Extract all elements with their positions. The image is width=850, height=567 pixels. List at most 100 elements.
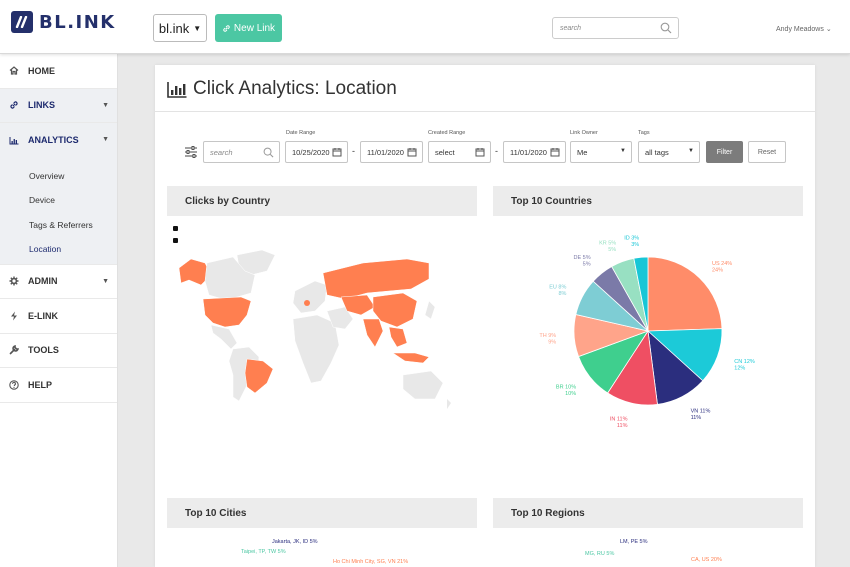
pie-label-th: TH 9%	[539, 333, 556, 339]
title-divider	[155, 111, 815, 112]
sidebar-item-home[interactable]: HOME	[0, 54, 117, 89]
chevron-down-icon: ▼	[102, 277, 109, 285]
pie-value-kr: 5%	[608, 247, 616, 253]
owner-label: Link Owner	[570, 130, 598, 136]
top-search-placeholder: search	[560, 24, 582, 32]
region-label-mg: MG, RU 5%	[585, 551, 615, 557]
sidebar: HOME LINKS ▼ ANALYTICS ▼ Overview Device…	[0, 54, 118, 567]
chevron-down-icon: ▼	[102, 136, 109, 143]
zoom-in-icon[interactable]	[173, 226, 178, 231]
city-label-taipei: Taipei, TP, TW 5%	[241, 549, 286, 555]
filter-sliders-icon[interactable]	[184, 145, 198, 159]
zoom-out-icon[interactable]	[173, 238, 178, 243]
sidebar-item-links[interactable]: LINKS ▼	[0, 88, 117, 123]
created-range-label: Created Range	[428, 130, 466, 136]
top-cities-header: Top 10 Cities	[167, 498, 477, 528]
created-from-input[interactable]: select	[428, 141, 491, 163]
pie-value-us: 24%	[712, 267, 723, 273]
pie-value-br: 10%	[565, 391, 576, 397]
date-from-value: 10/25/2020	[292, 147, 330, 157]
filter-button[interactable]: Filter	[706, 141, 743, 163]
date-to-value: 11/01/2020	[367, 147, 404, 157]
pie-value-vn: 11%	[691, 415, 702, 421]
pie-value-eu: 8%	[558, 291, 566, 297]
domain-value: bl.ink	[158, 20, 190, 36]
new-link-label: New Link	[233, 22, 276, 34]
range-separator: -	[495, 146, 498, 156]
sidebar-item-admin[interactable]: ADMIN ▼	[0, 265, 117, 299]
wrench-icon	[8, 345, 20, 355]
top-regions-header: Top 10 Regions	[493, 498, 803, 528]
page-title: Click Analytics: Location	[167, 77, 397, 101]
sidebar-item-analytics[interactable]: ANALYTICS ▼	[0, 123, 117, 158]
sidebar-subitem-location[interactable]: Location	[0, 237, 117, 262]
tags-select[interactable]: all tags ▼	[638, 141, 700, 163]
filter-search-input[interactable]: search	[203, 141, 280, 163]
city-label-jakarta: Jakarta, JK, ID 5%	[272, 539, 318, 545]
date-to-input[interactable]: 11/01/2020	[360, 141, 423, 163]
sidebar-item-label: E-LINK	[28, 310, 58, 321]
city-label-ho-chi-minh: Ho Chi Minh City, SG, VN 21%	[333, 559, 409, 565]
sidebar-item-help[interactable]: HELP	[0, 368, 117, 403]
region-label-lm: LM, PE 5%	[620, 539, 648, 545]
bolt-icon	[8, 311, 20, 321]
map-region-mexico[interactable]	[210, 324, 238, 350]
owner-value: Me	[577, 147, 588, 157]
search-icon	[660, 22, 672, 34]
top-search-input[interactable]: search	[552, 17, 679, 39]
bar-chart-icon	[167, 81, 187, 98]
logo-text: BL.INK	[39, 11, 116, 33]
home-icon	[8, 66, 20, 75]
sidebar-item-label: ANALYTICS	[28, 135, 79, 146]
user-menu[interactable]: Andy Meadows ⌄	[776, 25, 832, 33]
sidebar-item-label: LINKS	[28, 100, 55, 111]
map-region-indonesia[interactable]	[392, 352, 430, 364]
owner-select[interactable]: Me ▼	[570, 141, 632, 163]
world-map[interactable]	[167, 223, 457, 413]
sidebar-subitem-overview[interactable]: Overview	[0, 164, 117, 189]
pie-value-in: 11%	[617, 423, 628, 429]
map-region-india[interactable]	[362, 318, 384, 348]
sidebar-item-label: HELP	[28, 379, 53, 390]
map-region-australia[interactable]	[402, 370, 444, 400]
range-separator: -	[352, 146, 355, 156]
logo[interactable]: BL.INK	[11, 11, 116, 33]
created-to-input[interactable]: 11/01/2020	[503, 141, 566, 163]
calendar-icon	[332, 148, 342, 157]
caret-down-icon: ▼	[688, 148, 694, 154]
sidebar-subitem-tags-referrers[interactable]: Tags & Referrers	[0, 213, 117, 238]
sidebar-item-e-link[interactable]: E-LINK	[0, 299, 117, 334]
map-region-brazil[interactable]	[244, 358, 274, 394]
created-from-value: select	[435, 147, 455, 157]
date-range-label: Date Range	[286, 130, 316, 136]
tags-value: all tags	[645, 147, 669, 157]
map-region-germany[interactable]	[304, 300, 310, 306]
chart-icon	[8, 136, 20, 145]
map-region-russia[interactable]	[322, 258, 430, 300]
sidebar-subitem-device[interactable]: Device	[0, 188, 117, 213]
domain-select[interactable]: bl.ink ▼	[153, 14, 207, 42]
map-region-se-asia[interactable]	[388, 326, 408, 348]
pie-value-cn: 12%	[734, 365, 745, 371]
caret-down-icon: ▼	[193, 23, 202, 33]
map-region-japan[interactable]	[424, 300, 436, 320]
top-bar: BL.INK bl.ink ▼ New Link search Andy Mea…	[0, 0, 850, 54]
page-title-text: Click Analytics: Location	[193, 78, 397, 99]
help-icon	[8, 380, 20, 390]
sidebar-item-tools[interactable]: TOOLS	[0, 334, 117, 368]
pie-slice-us[interactable]	[647, 256, 723, 332]
search-icon	[263, 147, 274, 158]
map-region-europe[interactable]	[292, 280, 328, 314]
analytics-submenu: Overview Device Tags & Referrers Locatio…	[0, 157, 117, 265]
map-region-usa[interactable]	[202, 296, 252, 328]
pie-label-vn: VN 11%	[691, 409, 711, 415]
link-icon	[8, 100, 20, 110]
pie-label-eu: EU 8%	[549, 284, 566, 290]
reset-button[interactable]: Reset	[748, 141, 786, 163]
map-region-new-zealand[interactable]	[447, 399, 451, 409]
date-from-input[interactable]: 10/25/2020	[285, 141, 348, 163]
filter-search-placeholder: search	[210, 147, 233, 157]
gear-icon	[8, 276, 20, 286]
clicks-by-country-header: Clicks by Country	[167, 186, 477, 216]
new-link-button[interactable]: New Link	[215, 14, 282, 42]
